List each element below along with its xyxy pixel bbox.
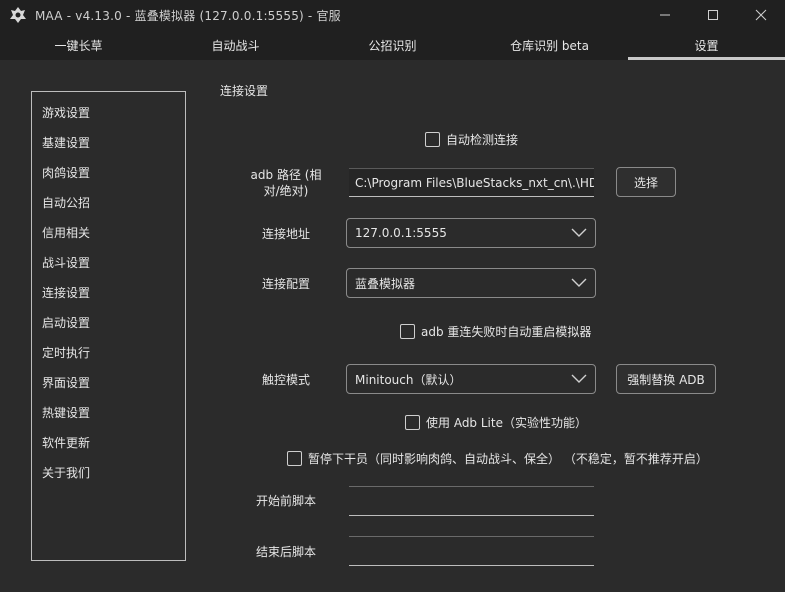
sidebar-item-ui[interactable]: 界面设置 (32, 368, 185, 398)
restart-emulator-checkbox[interactable]: adb 重连失败时自动重启模拟器 (400, 323, 591, 340)
title-bar: MAA - v4.13.0 - 蓝叠模拟器 (127.0.0.1:5555) -… (0, 0, 785, 30)
adb-lite-label: 使用 Adb Lite（实验性功能） (426, 416, 587, 430)
minimize-button[interactable] (641, 0, 689, 30)
touch-mode-combobox[interactable]: Minitouch（默认） (346, 364, 596, 394)
settings-sidebar: 游戏设置 基建设置 肉鸽设置 自动公招 信用相关 战斗设置 连接设置 启动设置 … (31, 91, 186, 561)
config-value: 蓝叠模拟器 (355, 276, 416, 291)
sidebar-item-recruit[interactable]: 自动公招 (32, 188, 185, 218)
chevron-down-icon (571, 374, 587, 383)
post-script-input[interactable] (349, 536, 594, 566)
tab-settings[interactable]: 设置 (628, 30, 785, 60)
address-label: 连接地址 (261, 227, 310, 241)
tab-recruit[interactable]: 公招识别 (314, 30, 471, 60)
checkbox-box[interactable] (400, 324, 415, 339)
main-tabs: 一键长草 自动战斗 公招识别 仓库识别 beta 设置 (0, 30, 785, 60)
close-button[interactable] (737, 0, 785, 30)
maximize-icon (708, 10, 718, 20)
window-title: MAA - v4.13.0 - 蓝叠模拟器 (127.0.0.1:5555) -… (35, 8, 341, 23)
minimize-icon (660, 14, 670, 16)
pre-script-label: 开始前脚本 (255, 494, 316, 508)
config-label: 连接配置 (261, 277, 310, 291)
pause-operator-label: 暂停下干员（同时影响肉鸽、自动战斗、保全） （不稳定，暂不推荐开启） (308, 452, 708, 466)
adb-path-input[interactable]: C:\Program Files\BlueStacks_nxt_cn\.\HD (349, 168, 594, 197)
sidebar-item-roguelike[interactable]: 肉鸽设置 (32, 158, 185, 188)
sidebar-item-startup[interactable]: 启动设置 (32, 308, 185, 338)
auto-detect-checkbox[interactable]: 自动检测连接 (425, 131, 518, 148)
sidebar-item-infrast[interactable]: 基建设置 (32, 128, 185, 158)
checkbox-box[interactable] (405, 415, 420, 430)
tab-depot[interactable]: 仓库识别 beta (471, 30, 628, 60)
sidebar-item-update[interactable]: 软件更新 (32, 428, 185, 458)
section-title: 连接设置 (220, 84, 269, 98)
close-icon (755, 9, 767, 21)
tab-auto-battle[interactable]: 自动战斗 (157, 30, 314, 60)
config-combobox[interactable]: 蓝叠模拟器 (346, 268, 596, 298)
pre-script-input[interactable] (349, 486, 594, 516)
checkbox-box[interactable] (425, 132, 440, 147)
maximize-button[interactable] (689, 0, 737, 30)
select-adb-button[interactable]: 选择 (616, 167, 676, 197)
sidebar-item-connection[interactable]: 连接设置 (32, 278, 185, 308)
chevron-down-icon (571, 228, 587, 237)
force-replace-adb-button[interactable]: 强制替换 ADB (616, 364, 716, 394)
auto-detect-label: 自动检测连接 (446, 133, 519, 147)
restart-emulator-label: adb 重连失败时自动重启模拟器 (421, 325, 592, 339)
post-script-label: 结束后脚本 (255, 545, 316, 559)
address-combobox[interactable]: 127.0.0.1:5555 (346, 218, 596, 248)
connection-settings-panel: 连接设置 自动检测连接 adb 路径 (相对/绝对) C:\Program Fi… (200, 60, 785, 592)
address-value: 127.0.0.1:5555 (355, 226, 447, 240)
sidebar-item-hotkey[interactable]: 热键设置 (32, 398, 185, 428)
pause-operator-checkbox[interactable]: 暂停下干员（同时影响肉鸽、自动战斗、保全） （不稳定，暂不推荐开启） (287, 450, 708, 467)
sidebar-item-battle[interactable]: 战斗设置 (32, 248, 185, 278)
checkbox-box[interactable] (287, 451, 302, 466)
sidebar-item-game[interactable]: 游戏设置 (32, 98, 185, 128)
adb-path-label: adb 路径 (相对/绝对) (250, 168, 322, 198)
chevron-down-icon (571, 278, 587, 287)
sidebar-item-schedule[interactable]: 定时执行 (32, 338, 185, 368)
touch-mode-value: Minitouch（默认） (355, 372, 462, 387)
sidebar-item-credit[interactable]: 信用相关 (32, 218, 185, 248)
touch-mode-label: 触控模式 (261, 373, 310, 387)
app-logo-icon (10, 7, 26, 23)
tab-one-click[interactable]: 一键长草 (0, 30, 157, 60)
adb-lite-checkbox[interactable]: 使用 Adb Lite（实验性功能） (405, 414, 587, 431)
sidebar-item-about[interactable]: 关于我们 (32, 458, 185, 488)
